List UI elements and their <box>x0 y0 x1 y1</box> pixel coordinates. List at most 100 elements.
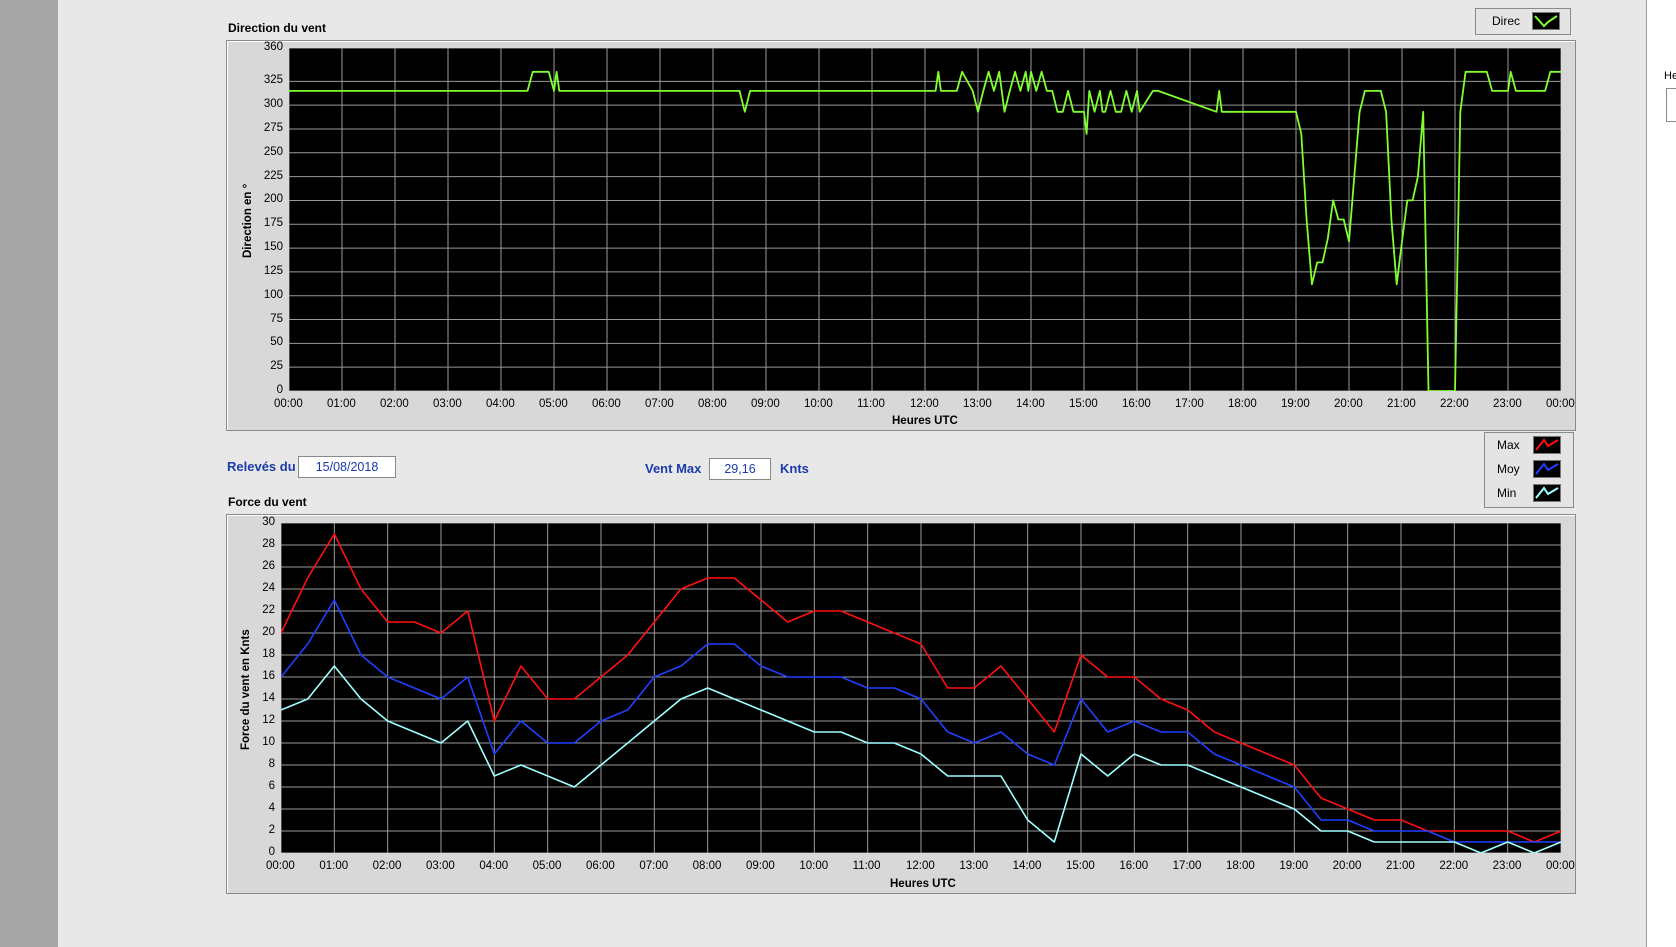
x-tick-label: 15:00 <box>1066 860 1095 872</box>
force-chart-plot[interactable] <box>281 523 1561 853</box>
x-tick-label: 21:00 <box>1386 860 1415 872</box>
right-panel-edge <box>1646 0 1676 947</box>
y-tick-label: 30 <box>262 516 275 528</box>
y-tick-label: 200 <box>263 193 283 206</box>
x-tick-label: 08:00 <box>698 398 727 410</box>
x-tick-label: 00:00 <box>266 860 295 872</box>
x-tick-label: 11:00 <box>857 398 885 410</box>
y-tick-label: 28 <box>262 538 275 550</box>
direction-x-axis-label: Heures UTC <box>892 415 958 427</box>
x-tick-label: 16:00 <box>1119 860 1149 872</box>
left-margin <box>0 0 58 947</box>
x-tick-label: 16:00 <box>1122 398 1151 410</box>
x-tick-label: 05:00 <box>532 860 562 872</box>
x-tick-label: 04:00 <box>486 398 515 410</box>
x-tick-label: 01:00 <box>319 860 349 872</box>
force-chart-title: Force du vent <box>228 495 307 509</box>
x-tick-label: 02:00 <box>372 860 402 872</box>
legend-label-moy: Moy <box>1497 462 1520 476</box>
legend-label-max: Max <box>1497 438 1520 452</box>
y-tick-label: 26 <box>262 560 275 572</box>
legend-swatch-moy <box>1533 460 1561 478</box>
x-tick-label: 23:00 <box>1492 860 1522 872</box>
direction-chart-plot[interactable] <box>289 48 1561 391</box>
y-tick-label: 25 <box>270 360 283 373</box>
x-tick-label: 22:00 <box>1440 398 1469 410</box>
x-tick-label: 22:00 <box>1439 860 1469 872</box>
legend-swatch-min <box>1533 484 1561 502</box>
y-tick-label: 250 <box>263 145 283 158</box>
x-tick-label: 17:00 <box>1172 860 1202 872</box>
x-tick-label: 00:00 <box>1546 860 1575 872</box>
direction-y-axis-label: Direction en ° <box>242 183 254 258</box>
x-tick-label: 15:00 <box>1069 398 1098 410</box>
x-tick-label: 23:00 <box>1493 398 1522 410</box>
x-tick-label: 00:00 <box>274 398 303 410</box>
vent-max-field[interactable]: 29,16 <box>709 458 771 480</box>
x-tick-label: 02:00 <box>380 398 409 410</box>
y-tick-label: 275 <box>263 121 283 134</box>
x-tick-label: 03:00 <box>433 398 462 410</box>
y-tick-label: 360 <box>263 41 283 53</box>
y-tick-label: 4 <box>268 802 275 814</box>
x-tick-label: 13:00 <box>963 398 992 410</box>
x-tick-label: 20:00 <box>1332 860 1362 872</box>
x-tick-label: 21:00 <box>1387 398 1416 410</box>
force-legend[interactable]: Max Moy Min <box>1484 432 1574 508</box>
x-tick-label: 19:00 <box>1281 398 1310 410</box>
x-tick-label: 06:00 <box>586 860 615 872</box>
x-tick-label: 08:00 <box>692 860 722 872</box>
x-tick-label: 07:00 <box>645 398 674 410</box>
y-tick-label: 325 <box>263 74 283 87</box>
direction-legend[interactable]: Direc <box>1475 8 1571 35</box>
y-tick-label: 24 <box>262 582 275 594</box>
direction-chart-svg <box>289 48 1561 391</box>
right-panel-fragment: He <box>1664 70 1676 82</box>
y-tick-label: 2 <box>268 824 275 836</box>
vent-max-unit: Knts <box>780 461 809 476</box>
x-tick-label: 14:00 <box>1016 398 1045 410</box>
legend-label-min: Min <box>1497 486 1517 500</box>
x-tick-label: 14:00 <box>1012 860 1042 872</box>
releves-label: Relevés du <box>227 459 296 474</box>
x-tick-label: 17:00 <box>1175 398 1204 410</box>
legend-label-direc: Direc <box>1492 14 1521 28</box>
force-x-axis-label: Heures UTC <box>890 878 956 890</box>
y-tick-label: 22 <box>262 604 275 616</box>
y-tick-label: 150 <box>263 241 283 254</box>
y-tick-label: 8 <box>268 758 275 770</box>
x-tick-label: 18:00 <box>1228 398 1257 410</box>
x-tick-label: 03:00 <box>426 860 455 872</box>
y-tick-label: 225 <box>263 169 283 182</box>
y-tick-label: 50 <box>270 336 283 349</box>
y-tick-label: 300 <box>263 98 283 111</box>
x-tick-label: 10:00 <box>799 860 829 872</box>
x-tick-label: 12:00 <box>906 860 935 872</box>
x-tick-label: 11:00 <box>852 860 881 872</box>
x-tick-label: 05:00 <box>539 398 568 410</box>
x-tick-label: 07:00 <box>639 860 669 872</box>
x-tick-label: 09:00 <box>751 398 780 410</box>
x-tick-label: 18:00 <box>1226 860 1255 872</box>
y-tick-label: 0 <box>276 384 283 396</box>
x-tick-label: 04:00 <box>479 860 509 872</box>
x-tick-label: 20:00 <box>1334 398 1363 410</box>
x-tick-label: 10:00 <box>804 398 833 410</box>
y-tick-label: 100 <box>263 288 283 301</box>
y-tick-label: 6 <box>268 780 275 792</box>
x-tick-label: 13:00 <box>959 860 989 872</box>
legend-swatch-direc <box>1532 12 1560 30</box>
x-tick-label: 00:00 <box>1546 398 1575 410</box>
y-tick-label: 125 <box>263 264 283 277</box>
y-tick-label: 75 <box>270 312 283 325</box>
y-tick-label: 0 <box>268 846 275 858</box>
right-panel-box <box>1666 88 1676 122</box>
x-tick-label: 09:00 <box>746 860 775 872</box>
releves-date-field[interactable]: 15/08/2018 <box>298 456 396 478</box>
x-tick-label: 12:00 <box>910 398 939 410</box>
legend-swatch-max <box>1533 436 1561 454</box>
vent-max-label: Vent Max <box>645 461 702 476</box>
x-tick-label: 19:00 <box>1279 860 1309 872</box>
force-chart-svg <box>281 523 1561 853</box>
x-tick-label: 06:00 <box>592 398 621 410</box>
